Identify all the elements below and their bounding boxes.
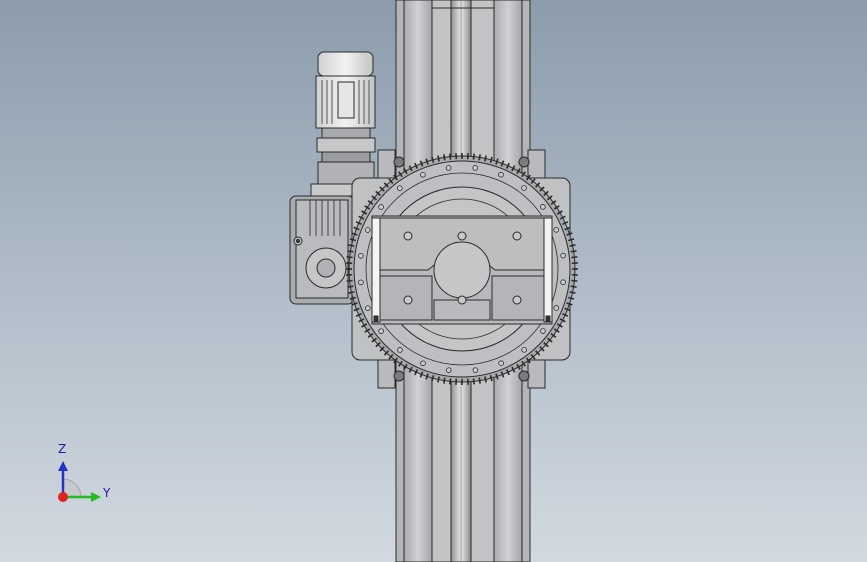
clamp-block[interactable] (371, 215, 553, 325)
assembly-model[interactable] (0, 0, 867, 562)
coordinate-triad-icon (58, 461, 101, 502)
cad-viewport[interactable]: Z Y (0, 0, 867, 562)
triad-y-label: Y (103, 486, 111, 500)
triad-z-label: Z (58, 442, 67, 456)
